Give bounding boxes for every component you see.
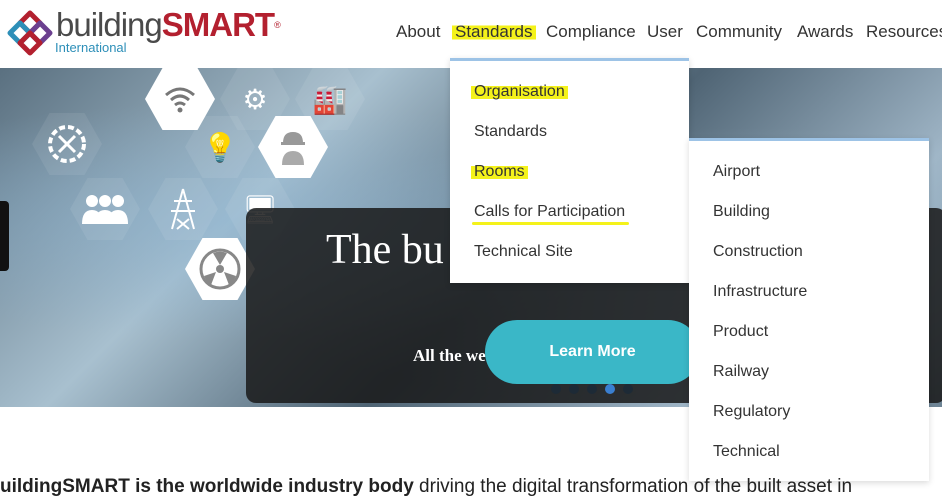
learn-more-button[interactable]: Learn More (485, 320, 700, 384)
slider-dot-3[interactable] (587, 384, 597, 394)
slider-dot-5[interactable] (623, 384, 633, 394)
submenu-item-infrastructure[interactable]: Infrastructure (713, 283, 807, 301)
intro-paragraph: uildingSMART is the worldwide industry b… (0, 476, 852, 498)
tools-gear-icon (32, 113, 102, 175)
submenu-item-regulatory[interactable]: Regulatory (713, 403, 790, 421)
nav-awards[interactable]: Awards (797, 22, 853, 42)
nav-about[interactable]: About (396, 22, 440, 42)
menu-item-organisation[interactable]: Organisation (471, 83, 568, 101)
submenu-item-railway[interactable]: Railway (713, 363, 769, 381)
submenu-item-product[interactable]: Product (713, 323, 768, 341)
nav-resources[interactable]: Resources (866, 22, 942, 42)
power-tower-icon (148, 178, 218, 240)
submenu-item-technical[interactable]: Technical (713, 443, 780, 461)
standards-dropdown: Organisation Standards Rooms Calls for P… (450, 58, 689, 283)
rooms-submenu: Airport Building Construction Infrastruc… (689, 138, 929, 481)
intro-bold: uildingSMART is the worldwide industry b… (0, 476, 414, 497)
slider-dot-2[interactable] (569, 384, 579, 394)
menu-item-calls-for-participation[interactable]: Calls for Participation (471, 203, 630, 225)
nav-user[interactable]: User (647, 22, 683, 42)
slider-dot-4[interactable] (605, 384, 615, 394)
slider-dots (551, 381, 641, 394)
submenu-item-airport[interactable]: Airport (713, 163, 760, 181)
slider-dot-1[interactable] (551, 384, 561, 394)
submenu-item-building[interactable]: Building (713, 203, 770, 221)
radiation-icon (185, 238, 255, 300)
nav-compliance[interactable]: Compliance (546, 22, 636, 42)
slider-prev-arrow[interactable] (0, 201, 9, 271)
main-nav: About Standards Compliance User Communit… (0, 22, 942, 44)
menu-item-technical-site[interactable]: Technical Site (474, 243, 573, 261)
menu-item-rooms[interactable]: Rooms (471, 163, 528, 181)
menu-item-standards[interactable]: Standards (474, 123, 547, 141)
users-icon (70, 178, 140, 240)
nav-community[interactable]: Community (696, 22, 782, 42)
intro-rest: driving the digital transformation of th… (413, 476, 853, 497)
nav-standards[interactable]: Standards (452, 22, 536, 42)
submenu-item-construction[interactable]: Construction (713, 243, 803, 261)
slide-title: The bu (326, 227, 444, 273)
